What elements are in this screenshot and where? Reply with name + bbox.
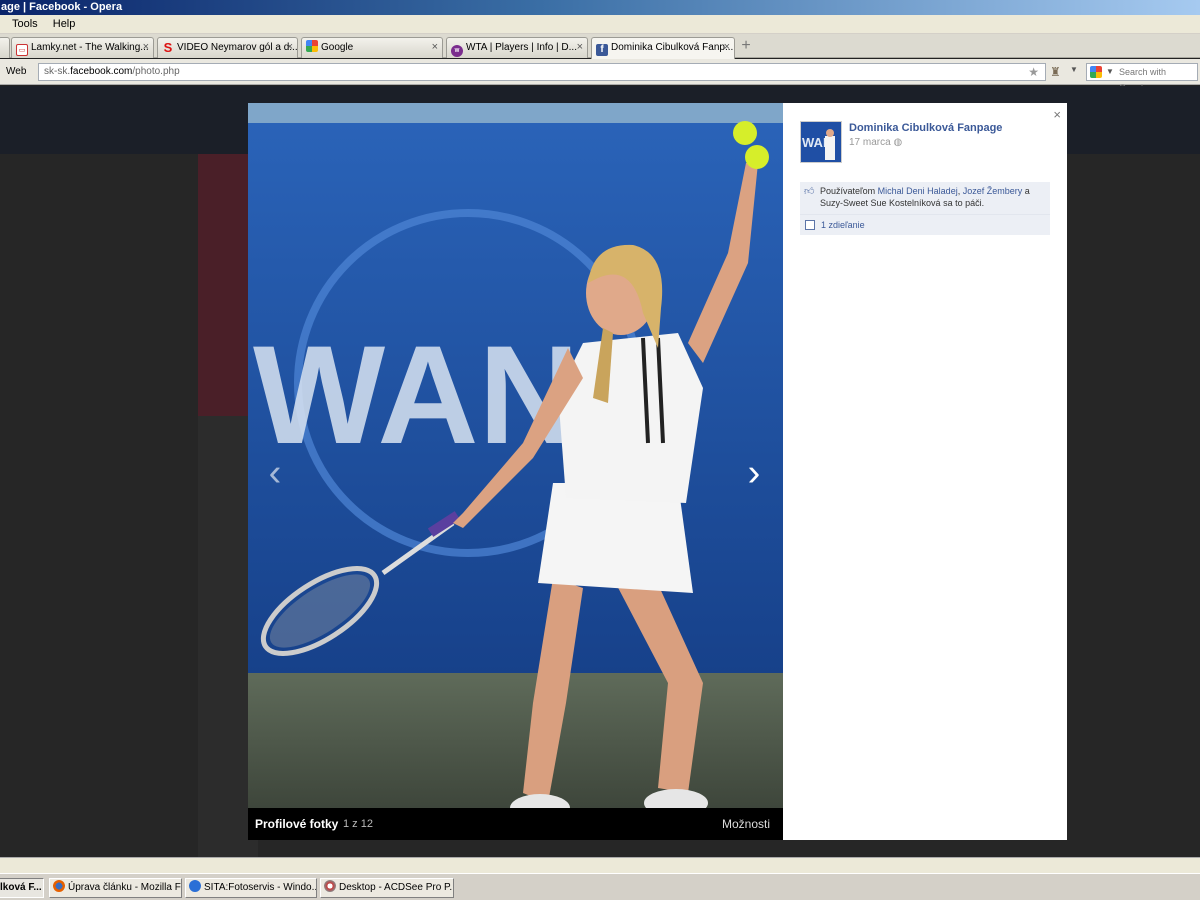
windows-taskbar: lková F... Úprava článku - Mozilla Fi...… <box>0 873 1200 900</box>
extension-icon[interactable]: ♜ <box>1050 65 1062 79</box>
wta-icon: W <box>451 45 463 57</box>
search-input[interactable]: ▼ Search with Google <box>1086 63 1198 93</box>
tab-strip: ▭ Lamky.net - The Walking... × S VIDEO Ney… <box>0 34 1200 59</box>
taskbar-button-opera[interactable]: lková F... <box>0 878 44 898</box>
sport-s-icon: S <box>163 40 173 55</box>
url-domain: facebook.com <box>70 66 133 77</box>
taskbar-label: Úprava článku - Mozilla Fi... <box>68 882 182 893</box>
tab-label: Lamky.net - The Walking... <box>31 42 149 53</box>
taskbar-label: SITA:Fotoservis - Windo... <box>204 882 317 893</box>
status-bar <box>0 857 1200 873</box>
shares-count[interactable]: 1 zdieľanie <box>821 220 865 230</box>
close-icon[interactable]: × <box>432 38 438 57</box>
shares-row[interactable]: 1 zdieľanie <box>800 215 1050 235</box>
likes-prefix: Používateľom <box>820 186 878 196</box>
post-date: 17 marca ◍ <box>849 137 902 148</box>
close-icon[interactable]: × <box>1053 107 1061 122</box>
globe-icon: ◍ <box>893 137 903 148</box>
facebook-icon: f <box>596 44 608 56</box>
google-icon <box>306 40 318 52</box>
tv-icon: ▭ <box>16 44 28 56</box>
close-icon[interactable]: × <box>287 38 293 57</box>
liker-link-1[interactable]: Michal Deni Haladej <box>878 186 958 196</box>
new-tab-icon[interactable]: + <box>738 38 754 54</box>
tab-label: Dominika Cibulková Fanp... <box>611 42 734 53</box>
options-button[interactable]: Možnosti <box>722 817 770 831</box>
tab-partial[interactable] <box>0 37 10 58</box>
tab-facebook[interactable]: f Dominika Cibulková Fanp... × <box>591 37 735 59</box>
album-name[interactable]: Profilové fotky <box>255 817 338 831</box>
post-date-text[interactable]: 17 marca <box>849 137 891 148</box>
tab-lamky[interactable]: ▭ Lamky.net - The Walking... × <box>11 37 154 58</box>
tab-label: WTA | Players | Info | D... <box>466 42 577 53</box>
avatar[interactable]: WAN <box>800 121 842 163</box>
likes-suffix: Suzy-Sweet Sue Kostelníková sa to páči. <box>820 198 985 208</box>
photo-caption-bar: Profilové fotky 1 z 12 Možnosti <box>248 808 783 840</box>
tab-label: Google <box>321 42 354 53</box>
taskbar-button-acdsee[interactable]: Desktop - ACDSee Pro P... <box>320 878 454 898</box>
close-icon[interactable]: × <box>577 38 583 57</box>
taskbar-button-ie[interactable]: SITA:Fotoservis - Windo... <box>185 878 317 898</box>
photo-viewer: WAN ‹ › Profilové fotky 1 z 12 Možnosti <box>248 103 783 840</box>
menu-tools[interactable]: Tools <box>6 15 44 34</box>
chevron-down-icon[interactable]: ▼ <box>1106 64 1114 80</box>
share-icon <box>805 220 815 230</box>
taskbar-label: lková F... <box>0 882 42 893</box>
firefox-icon <box>53 880 65 892</box>
address-field[interactable]: sk-sk.facebook.com/photo.php ★ <box>38 63 1046 81</box>
tab-sport[interactable]: S VIDEO Neymarov gól a d... × <box>157 37 298 58</box>
acdsee-icon <box>324 880 336 892</box>
avatar-image: WAN <box>801 122 841 162</box>
menu-help[interactable]: Help <box>47 15 82 34</box>
tab-wta[interactable]: W WTA | Players | Info | D... × <box>446 37 588 58</box>
photo-position: 1 z 12 <box>343 818 373 830</box>
internet-explorer-icon <box>189 880 201 892</box>
window-title: age | Facebook - Opera <box>1 1 123 13</box>
tab-google[interactable]: Google × <box>301 37 443 58</box>
menu-bar: Tools Help <box>0 15 1200 34</box>
taskbar-label: Desktop - ACDSee Pro P... <box>339 882 454 893</box>
taskbar-button-firefox[interactable]: Úprava článku - Mozilla Fi... <box>49 878 182 898</box>
bookmark-star-icon[interactable]: ★ <box>1028 64 1039 80</box>
page-name-link[interactable]: Dominika Cibulková Fanpage <box>849 122 1002 134</box>
photo-side-panel: × WAN Dominika Cibulková Fanpage 17 marc… <box>783 103 1067 840</box>
chevron-down-icon[interactable]: ▼ <box>1070 65 1078 74</box>
previous-photo-arrow[interactable]: ‹ <box>260 453 290 493</box>
url-path: /photo.php <box>132 66 180 77</box>
web-button[interactable]: Web <box>4 63 34 81</box>
url-prefix: sk-sk. <box>44 66 71 77</box>
close-icon[interactable]: × <box>724 38 730 57</box>
likes-mid: a <box>1022 186 1030 196</box>
next-photo-arrow[interactable]: › <box>739 453 769 493</box>
google-icon <box>1090 66 1102 78</box>
likes-box: 👍︎ Používateľom Michal Deni Haladej, Joz… <box>800 182 1050 215</box>
window-title-bar: age | Facebook - Opera <box>0 0 1200 15</box>
liker-link-2[interactable]: Jozef Žembery <box>963 186 1023 196</box>
close-icon[interactable]: × <box>143 38 149 57</box>
like-thumb-icon: 👍︎ <box>804 186 815 197</box>
tab-label: VIDEO Neymarov gól a d... <box>177 42 298 53</box>
address-row: Web sk-sk.facebook.com/photo.php ★ ♜ ▼ ▼… <box>0 59 1200 93</box>
tennis-photo[interactable]: WAN <box>248 103 783 808</box>
